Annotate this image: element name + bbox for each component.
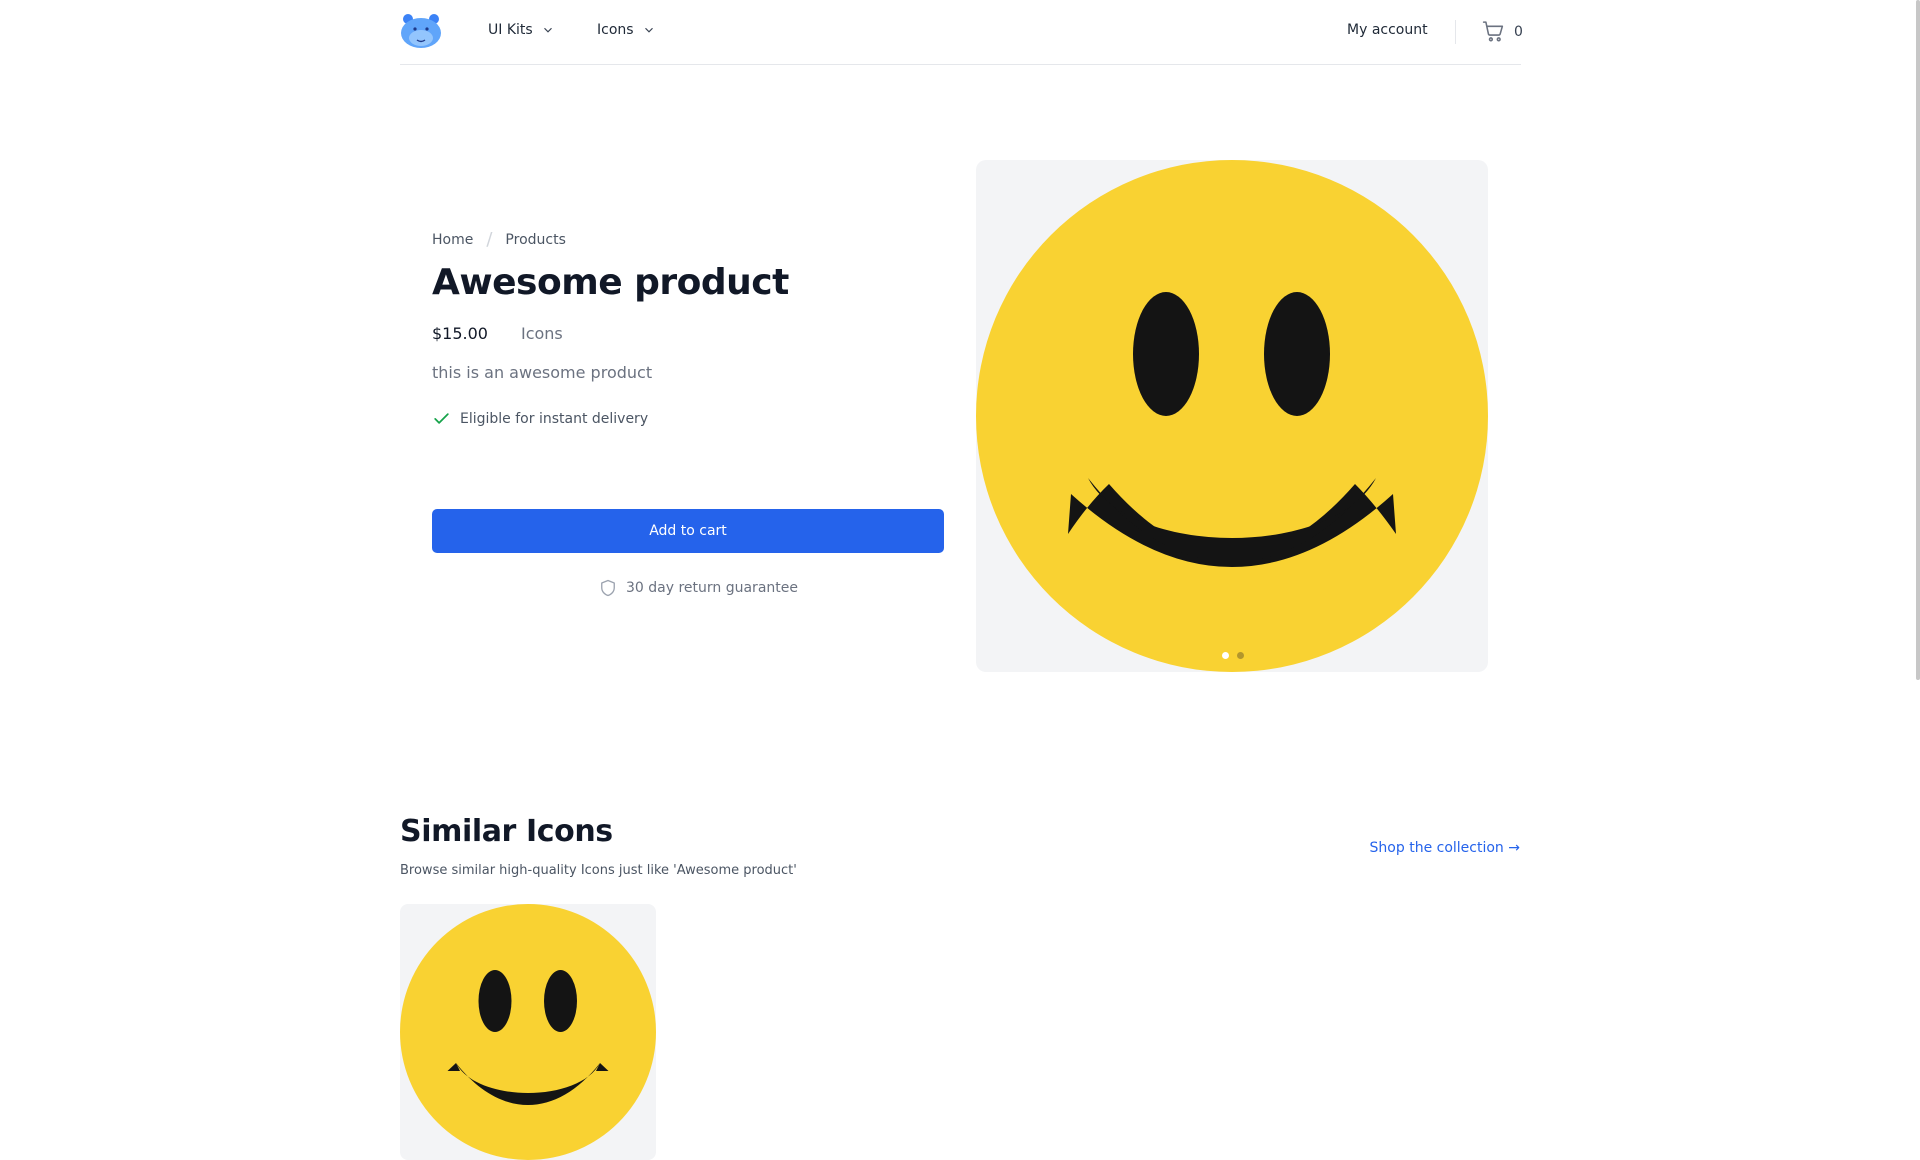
- carousel-dot-1[interactable]: [1222, 652, 1229, 659]
- breadcrumb-products[interactable]: Products: [505, 232, 565, 248]
- breadcrumb-home[interactable]: Home: [432, 232, 473, 248]
- product-image-carousel[interactable]: [976, 160, 1488, 672]
- similar-section-subtitle: Browse similar high-quality Icons just l…: [400, 863, 797, 878]
- price-row: $15.00 Icons: [432, 324, 563, 343]
- site-header: UI Kits Icons My account 0: [400, 0, 1523, 65]
- nav-ui-kits[interactable]: UI Kits: [488, 22, 555, 38]
- breadcrumb-separator: /: [486, 229, 493, 250]
- my-account-link[interactable]: My account: [1347, 22, 1428, 38]
- similar-section-title: Similar Icons: [400, 814, 613, 849]
- product-title: Awesome product: [432, 262, 789, 303]
- chevron-down-icon: [644, 27, 653, 33]
- add-to-cart-button[interactable]: Add to cart: [432, 509, 944, 553]
- header-divider: [1455, 20, 1456, 44]
- shield-icon: [601, 579, 615, 597]
- delivery-info: Eligible for instant delivery: [432, 409, 648, 428]
- nav-icons[interactable]: Icons: [597, 22, 656, 38]
- shop-collection-link[interactable]: Shop the collection →: [1370, 840, 1520, 856]
- breadcrumb: Home / Products: [432, 229, 566, 250]
- guarantee-text: 30 day return guarantee: [626, 580, 798, 596]
- check-icon: [434, 413, 449, 424]
- chevron-down-icon: [543, 27, 552, 33]
- nav-icons-label: Icons: [597, 22, 634, 38]
- carousel-dots: [1222, 652, 1244, 659]
- product-category: Icons: [520, 324, 563, 343]
- nav-ui-kits-label: UI Kits: [488, 22, 533, 38]
- hippo-logo-icon[interactable]: [400, 13, 442, 49]
- shopping-cart-icon: [1482, 21, 1504, 42]
- product-price: $15.00: [432, 324, 488, 343]
- page-scrollbar[interactable]: [1916, 0, 1920, 680]
- carousel-dot-2[interactable]: [1237, 652, 1244, 659]
- cart-button[interactable]: 0: [1481, 19, 1523, 44]
- return-guarantee: 30 day return guarantee: [598, 578, 798, 598]
- smiley-face-image: [400, 904, 656, 1160]
- similar-product-card[interactable]: [400, 904, 656, 1160]
- cart-count: 0: [1514, 23, 1523, 40]
- smiley-face-image: [976, 160, 1488, 672]
- delivery-text: Eligible for instant delivery: [460, 410, 649, 427]
- product-description: this is an awesome product: [432, 363, 653, 382]
